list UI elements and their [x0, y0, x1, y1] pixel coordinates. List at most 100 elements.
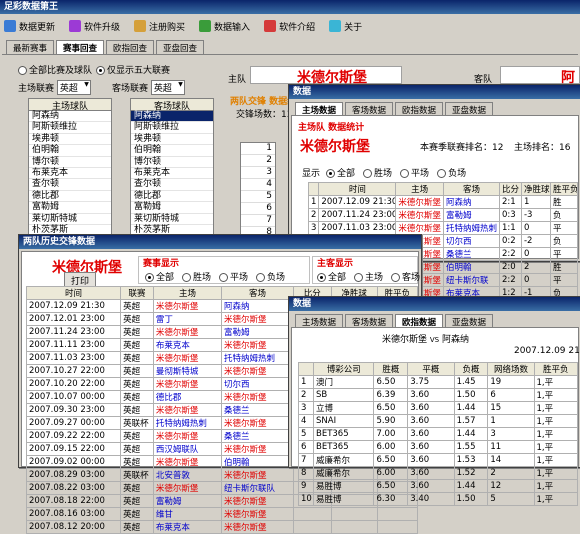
column-header[interactable]: 联赛 — [120, 286, 154, 300]
list-item[interactable]: 查尔顿 — [29, 179, 111, 191]
away-league-select[interactable]: 英超 — [150, 80, 185, 95]
table-row[interactable]: 2 2007.11.24 23:00 米德尔斯堡 富勒姆 0:3 -3 负 — [307, 208, 579, 222]
toolbar-button-5[interactable]: 关于 — [329, 20, 362, 33]
column-header[interactable]: 网络场数 — [487, 362, 535, 376]
table-cell: 英超 — [120, 325, 154, 339]
column-header[interactable]: 平概 — [407, 362, 455, 376]
table-row[interactable]: 5 BET365 7.00 3.60 1.44 3 1,平 — [298, 427, 579, 441]
list-item[interactable]: 阿森纳 — [131, 111, 213, 123]
home-league: 主场联赛 英超 — [18, 80, 91, 95]
list-item[interactable]: 伯明翰 — [29, 145, 111, 157]
table-row[interactable]: 3 2007.11.03 23:00 米德尔斯堡 托特纳姆热刺 1:1 0 平 — [307, 221, 579, 235]
column-header[interactable]: 胜概 — [373, 362, 409, 376]
table-cell — [376, 520, 419, 534]
column-header[interactable]: 博彩公司 — [312, 362, 375, 376]
table-row[interactable]: 10 易胜博 6.30 3.40 1.50 5 1,平 — [298, 492, 579, 506]
table-row[interactable]: 3 立博 6.50 3.60 1.44 15 1,平 — [298, 401, 579, 415]
toolbar-button-3[interactable]: 数据输入 — [199, 20, 250, 33]
list-item[interactable]: 布莱克本 — [29, 168, 111, 180]
tab-2[interactable]: 欧指回查 — [106, 40, 155, 55]
table-row[interactable]: 2 SB 6.39 3.60 1.50 6 1,平 — [298, 388, 579, 402]
toolbar-button-4[interactable]: 软件介绍 — [264, 20, 315, 33]
column-header[interactable]: 主场 — [152, 286, 223, 300]
list-item[interactable]: 布莱克本 — [131, 168, 213, 180]
table-row[interactable]: 9 易胜博 6.50 3.60 1.44 12 1,平 — [298, 479, 579, 493]
list-item[interactable]: 博尔顿 — [131, 157, 213, 168]
filter-five[interactable]: 仅显示五大联赛 — [96, 63, 170, 76]
tab-0[interactable]: 最新赛事 — [6, 40, 55, 55]
list-item[interactable]: 埃弗顿 — [131, 134, 213, 146]
column-header[interactable]: 客场 — [442, 182, 500, 196]
table-row[interactable]: 1 澳门 6.50 3.75 1.45 19 1,平 — [298, 375, 579, 389]
table-cell: 3.60 — [407, 401, 455, 415]
list-item[interactable]: 莱切斯特城 — [131, 214, 213, 225]
list-item[interactable]: 查尔顿 — [131, 179, 213, 191]
filter-option-2[interactable]: 客场 — [391, 273, 420, 283]
home-team-list[interactable]: 主场球队 阿森纳 阿斯顿维拉 埃弗顿 伯明翰 博尔顿 布莱克本 查尔顿 德比郡 富勒姆 莱切斯特城… — [28, 98, 112, 260]
show-label: 显示 — [302, 169, 321, 179]
column-header[interactable]: 比分 — [498, 182, 522, 196]
column-header[interactable]: 主场 — [395, 182, 444, 196]
column-header[interactable]: 客场 — [221, 286, 294, 300]
table-row[interactable]: 7 威廉希尔 6.50 3.60 1.53 14 1,平 — [298, 453, 579, 467]
table-cell: 2007.08.18 22:00 — [25, 494, 122, 508]
table-row[interactable]: 2007.08.16 03:00 英超 维甘 米德尔斯堡 — [25, 507, 419, 521]
column-header[interactable] — [298, 362, 314, 376]
filter-option-0[interactable]: 全部 — [317, 273, 346, 283]
intro-icon — [264, 20, 277, 32]
column-header[interactable]: 净胜球 — [520, 182, 551, 196]
filter-all[interactable]: 全部比赛及球队 — [18, 63, 92, 76]
table-cell: 3.60 — [407, 453, 455, 467]
list-item[interactable]: 阿斯顿维拉 — [131, 122, 213, 134]
list-item[interactable]: 博尔顿 — [29, 157, 111, 168]
toolbar-button-2[interactable]: 注册购买 — [134, 20, 185, 33]
table-row[interactable]: 6 BET365 6.00 3.60 1.55 11 1,平 — [298, 440, 579, 454]
tab-3[interactable]: 亚盘回查 — [156, 40, 205, 55]
table-cell: 12 — [487, 479, 535, 493]
table-cell: 胜 — [549, 260, 579, 274]
list-item[interactable]: 莱切斯特城 — [29, 214, 111, 225]
table-cell — [292, 507, 332, 521]
toolbar-button-1[interactable]: 软件升级 — [69, 20, 120, 33]
filter-option-3[interactable]: 负场 — [256, 273, 285, 283]
list-item[interactable]: 埃弗顿 — [29, 134, 111, 146]
filter-option-1[interactable]: 胜场 — [363, 169, 392, 179]
filter-option-2[interactable]: 平场 — [219, 273, 248, 283]
column-header[interactable]: 时间 — [318, 182, 397, 196]
table-cell — [330, 507, 378, 521]
column-header[interactable]: 胜平负 — [549, 182, 579, 196]
list-item[interactable]: 阿斯顿维拉 — [29, 122, 111, 134]
toolbar-button-0[interactable]: 数据更新 — [4, 20, 55, 33]
away-team-list[interactable]: 客场球队 阿森纳 阿斯顿维拉 埃弗顿 伯明翰 博尔顿 布莱克本 查尔顿 德比郡 富勒姆 莱切斯特城… — [130, 98, 214, 260]
list-item[interactable]: 富勒姆 — [29, 202, 111, 214]
radio-icon — [18, 66, 27, 75]
list-item[interactable]: 富勒姆 — [131, 202, 213, 214]
filter-option-1[interactable]: 胜场 — [182, 273, 211, 283]
list-item[interactable]: 德比郡 — [131, 191, 213, 203]
column-header[interactable]: 时间 — [25, 286, 122, 300]
list-item[interactable]: 阿森纳 — [29, 111, 111, 123]
filter-option-2[interactable]: 平场 — [400, 169, 429, 179]
column-header[interactable]: 胜平负 — [533, 362, 579, 376]
column-header[interactable] — [307, 182, 320, 196]
filter-option-0[interactable]: 全部 — [145, 273, 174, 283]
table-cell: 2:1 — [498, 195, 522, 209]
list-item[interactable]: 伯明翰 — [131, 145, 213, 157]
filter-option-0[interactable]: 全部 — [326, 169, 355, 179]
table-row[interactable]: 8 威廉希尔 6.00 3.60 1.52 2 1,平 — [298, 466, 579, 480]
table-cell: BET365 — [312, 427, 375, 441]
home-league-select[interactable]: 英超 — [56, 80, 91, 95]
home-stats-team: 米德尔斯堡 — [300, 139, 370, 155]
table-row[interactable]: 2007.08.12 20:00 英超 布莱克本 米德尔斯堡 — [25, 520, 419, 534]
column-header[interactable]: 负概 — [453, 362, 489, 376]
list-item[interactable]: 德比郡 — [29, 191, 111, 203]
table-cell: 米德尔斯堡 — [221, 507, 294, 521]
home-stats-titlebar: 数据 — [289, 85, 580, 99]
table-cell: 切尔西 — [221, 377, 294, 391]
tab-1[interactable]: 赛事回查 — [56, 40, 105, 55]
radio-icon — [437, 169, 447, 178]
filter-option-1[interactable]: 主场 — [354, 273, 383, 283]
filter-option-3[interactable]: 负场 — [437, 169, 466, 179]
table-row[interactable]: 1 2007.12.09 21:30 米德尔斯堡 阿森纳 2:1 1 胜 — [307, 195, 579, 209]
table-row[interactable]: 4 SNAI 5.90 3.60 1.57 1 1,平 — [298, 414, 579, 428]
